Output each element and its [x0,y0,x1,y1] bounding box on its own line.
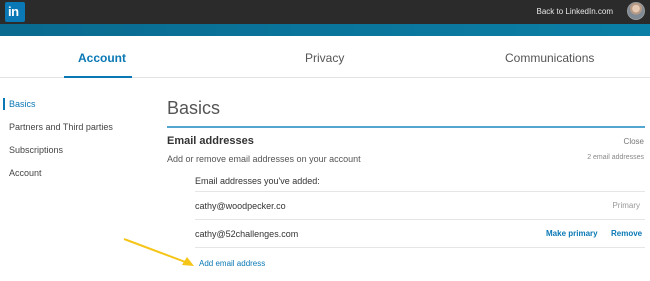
avatar[interactable] [627,2,645,20]
email-count: 2 email addresses [587,154,644,161]
active-sidebar-indicator [3,98,5,110]
sidebar-item-partners[interactable]: Partners and Third parties [9,121,113,133]
arrow-annotation-icon [123,238,194,266]
make-primary-button[interactable]: Make primary [546,228,598,240]
linkedin-logo-icon[interactable]: in [5,2,25,22]
settings-tabs: Account Privacy Communications [0,36,650,78]
row-divider [195,191,645,192]
logo-text: in [8,4,19,19]
sidebar-item-account[interactable]: Account [9,167,42,179]
added-emails-label: Email addresses you've added: [195,176,320,186]
remove-button[interactable]: Remove [611,228,642,240]
tab-account[interactable]: Account [78,50,126,66]
sidebar-item-subscriptions[interactable]: Subscriptions [9,144,63,156]
tab-privacy[interactable]: Privacy [305,50,344,66]
back-to-linkedin-link[interactable]: Back to LinkedIn.com [537,6,613,18]
email-address-secondary: cathy@52challenges.com [195,229,299,239]
row-divider [195,247,645,248]
header-banner [0,24,650,36]
primary-status-label: Primary [612,201,640,210]
row-divider [195,219,645,220]
email-address-primary: cathy@woodpecker.co [195,201,286,211]
active-tab-indicator [64,76,132,78]
top-navigation-bar: in Back to LinkedIn.com [0,0,650,24]
section-title: Email addresses [167,135,254,147]
close-link[interactable]: Close [624,137,644,147]
title-divider [167,126,645,128]
add-email-address-link[interactable]: Add email address [199,258,265,270]
sidebar-item-basics[interactable]: Basics [9,98,36,110]
section-description: Add or remove email addresses on your ac… [167,154,361,164]
tab-communications[interactable]: Communications [505,50,594,66]
page-title: Basics [167,98,221,118]
